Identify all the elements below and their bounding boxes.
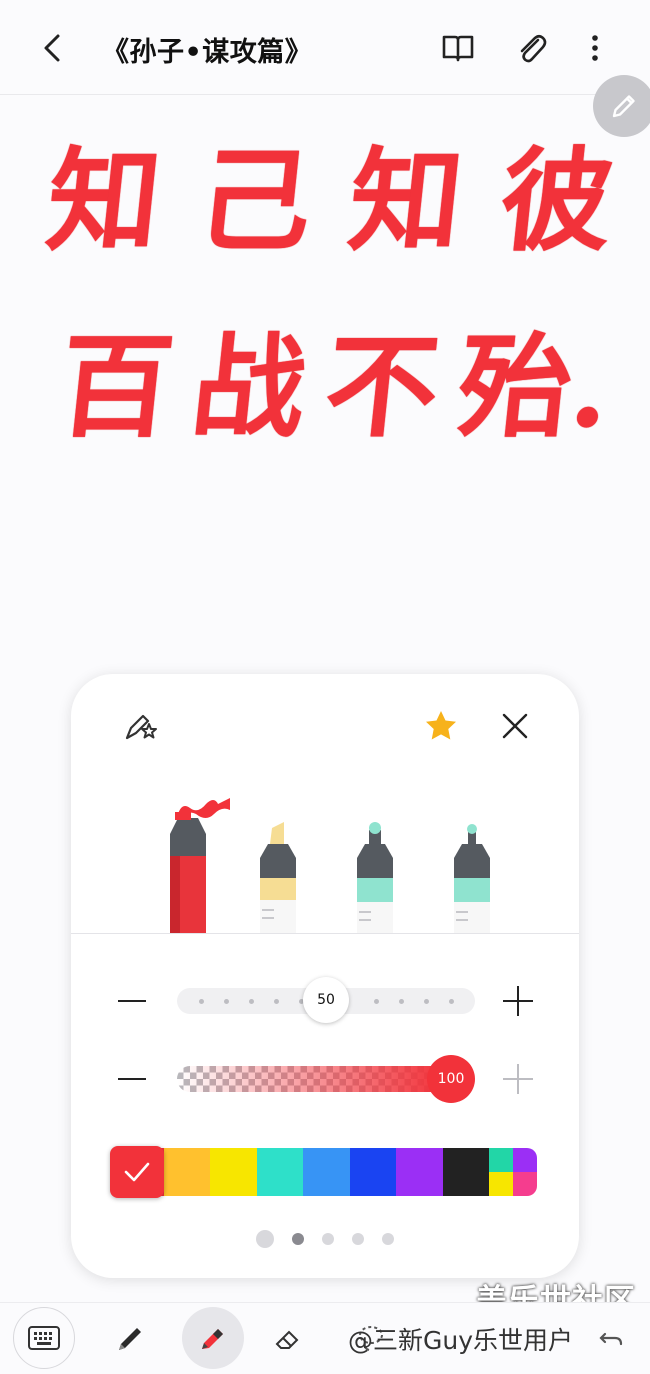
color-swatch[interactable] — [256, 1148, 304, 1196]
handwriting-line-2: 百 战 不 殆. — [0, 322, 650, 453]
color-swatch[interactable] — [349, 1148, 397, 1196]
decrease-size-button[interactable] — [118, 1000, 146, 1002]
back-arrow-icon[interactable] — [32, 26, 76, 70]
handwriting-char: 不 — [319, 322, 445, 453]
color-swatch[interactable] — [303, 1148, 350, 1196]
slider-tick — [399, 999, 404, 1004]
divider — [71, 933, 579, 934]
slider-tick — [274, 999, 279, 1004]
checkmark-icon — [124, 1162, 150, 1182]
page-dot[interactable] — [292, 1233, 304, 1245]
drawing-canvas[interactable]: 知 己 知 彼 百 战 不 殆. — [0, 96, 650, 656]
page-dot[interactable] — [382, 1233, 394, 1245]
watermark-user: @三新Guy乐世用户 — [348, 1326, 574, 1355]
recent-colors-dot[interactable] — [256, 1230, 274, 1248]
opacity-slider-row: 100 — [71, 1054, 579, 1104]
increase-size-button[interactable] — [503, 986, 533, 1016]
slider-tick — [449, 999, 454, 1004]
color-swatch[interactable] — [442, 1148, 490, 1196]
opacity-slider-knob[interactable]: 100 — [427, 1055, 475, 1103]
handwriting-char: 战 — [186, 322, 313, 453]
handwriting-char: 百 — [53, 322, 180, 453]
color-swatch[interactable] — [396, 1148, 443, 1196]
selected-color-swatch[interactable] — [110, 1146, 164, 1198]
color-swatch-mini — [513, 1148, 537, 1172]
slider-tick — [224, 999, 229, 1004]
more-vertical-icon[interactable] — [573, 26, 617, 70]
pen-size-slider[interactable]: 50 — [177, 977, 475, 1023]
color-swatch-mini — [489, 1172, 514, 1196]
slider-tick — [374, 999, 379, 1004]
handwriting-char: 知 — [40, 136, 167, 267]
color-swatch-mini — [489, 1148, 514, 1172]
pen-selector — [71, 784, 579, 934]
page-title: 《孙子•谋攻篇》 — [102, 37, 313, 68]
color-swatch[interactable] — [210, 1148, 257, 1196]
pen-icon[interactable] — [100, 1307, 162, 1369]
page-dot[interactable] — [352, 1233, 364, 1245]
pen-mint-2[interactable] — [448, 814, 498, 934]
handwriting-char: 己 — [191, 136, 318, 267]
keyboard-icon[interactable] — [13, 1307, 75, 1369]
pen-marker[interactable] — [156, 784, 234, 934]
more-colors-swatch[interactable] — [489, 1148, 537, 1196]
size-slider-knob[interactable]: 50 — [303, 977, 349, 1023]
increase-opacity-button[interactable] — [503, 1064, 533, 1094]
color-swatch[interactable] — [163, 1148, 211, 1196]
slider-tick — [249, 999, 254, 1004]
close-icon[interactable] — [493, 704, 537, 748]
color-swatches — [110, 1148, 537, 1196]
highlighter-icon[interactable] — [182, 1307, 244, 1369]
pen-settings-panel: 50 100 — [71, 674, 579, 1278]
pen-size-slider-row: 50 — [71, 976, 579, 1026]
page-dot[interactable] — [322, 1233, 334, 1245]
add-favorite-pen-icon[interactable] — [121, 706, 161, 746]
book-icon[interactable] — [436, 26, 480, 70]
handwriting-line-1: 知 己 知 彼 — [0, 136, 650, 267]
handwriting-char: 知 — [342, 136, 469, 267]
pen-highlighter[interactable] — [254, 814, 304, 934]
color-swatch-mini — [513, 1172, 537, 1196]
paperclip-icon[interactable] — [509, 26, 553, 70]
top-app-bar: 《孙子•谋攻篇》 — [0, 0, 650, 95]
slider-tick — [424, 999, 429, 1004]
slider-tick — [199, 999, 204, 1004]
undo-icon[interactable] — [580, 1307, 642, 1369]
decrease-opacity-button[interactable] — [118, 1078, 146, 1080]
palette-page-indicator — [71, 1229, 579, 1249]
opacity-slider[interactable]: 100 — [177, 1055, 475, 1103]
pen-mint-1[interactable] — [351, 814, 401, 934]
handwriting-char: 彼 — [493, 136, 620, 267]
color-palette — [110, 1146, 537, 1198]
eraser-icon[interactable] — [256, 1307, 318, 1369]
star-icon[interactable] — [421, 706, 461, 746]
handwriting-char: 殆. — [451, 322, 617, 453]
